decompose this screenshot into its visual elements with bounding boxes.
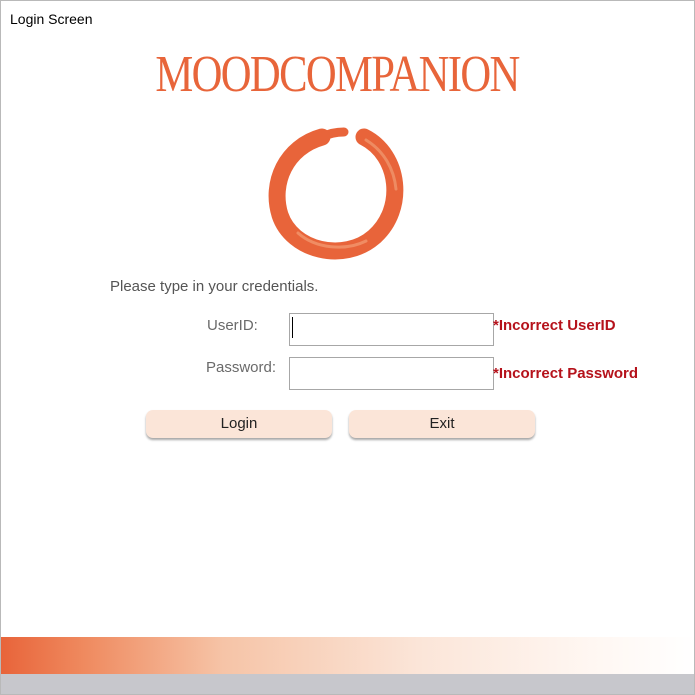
credentials-prompt: Please type in your credentials. xyxy=(110,278,319,295)
password-label: Password: xyxy=(206,359,277,376)
login-button[interactable]: Login xyxy=(146,410,332,438)
brand-wordmark: MOODCOMPANION xyxy=(155,46,520,103)
footer-strip xyxy=(1,674,694,694)
password-field[interactable] xyxy=(289,357,494,390)
userid-label: UserID: xyxy=(207,317,258,334)
password-error-message: *Incorrect Password xyxy=(493,365,639,382)
window-title: Login Screen xyxy=(10,11,93,27)
login-window: Login Screen MOODCOMPANION Please type i… xyxy=(0,0,695,695)
orange-brush-circle-icon xyxy=(268,127,404,260)
exit-button[interactable]: Exit xyxy=(349,410,535,438)
userid-error-message: *Incorrect UserID xyxy=(493,317,616,334)
footer-gradient-band xyxy=(1,637,694,674)
userid-field[interactable] xyxy=(289,313,494,346)
text-caret xyxy=(292,317,293,338)
